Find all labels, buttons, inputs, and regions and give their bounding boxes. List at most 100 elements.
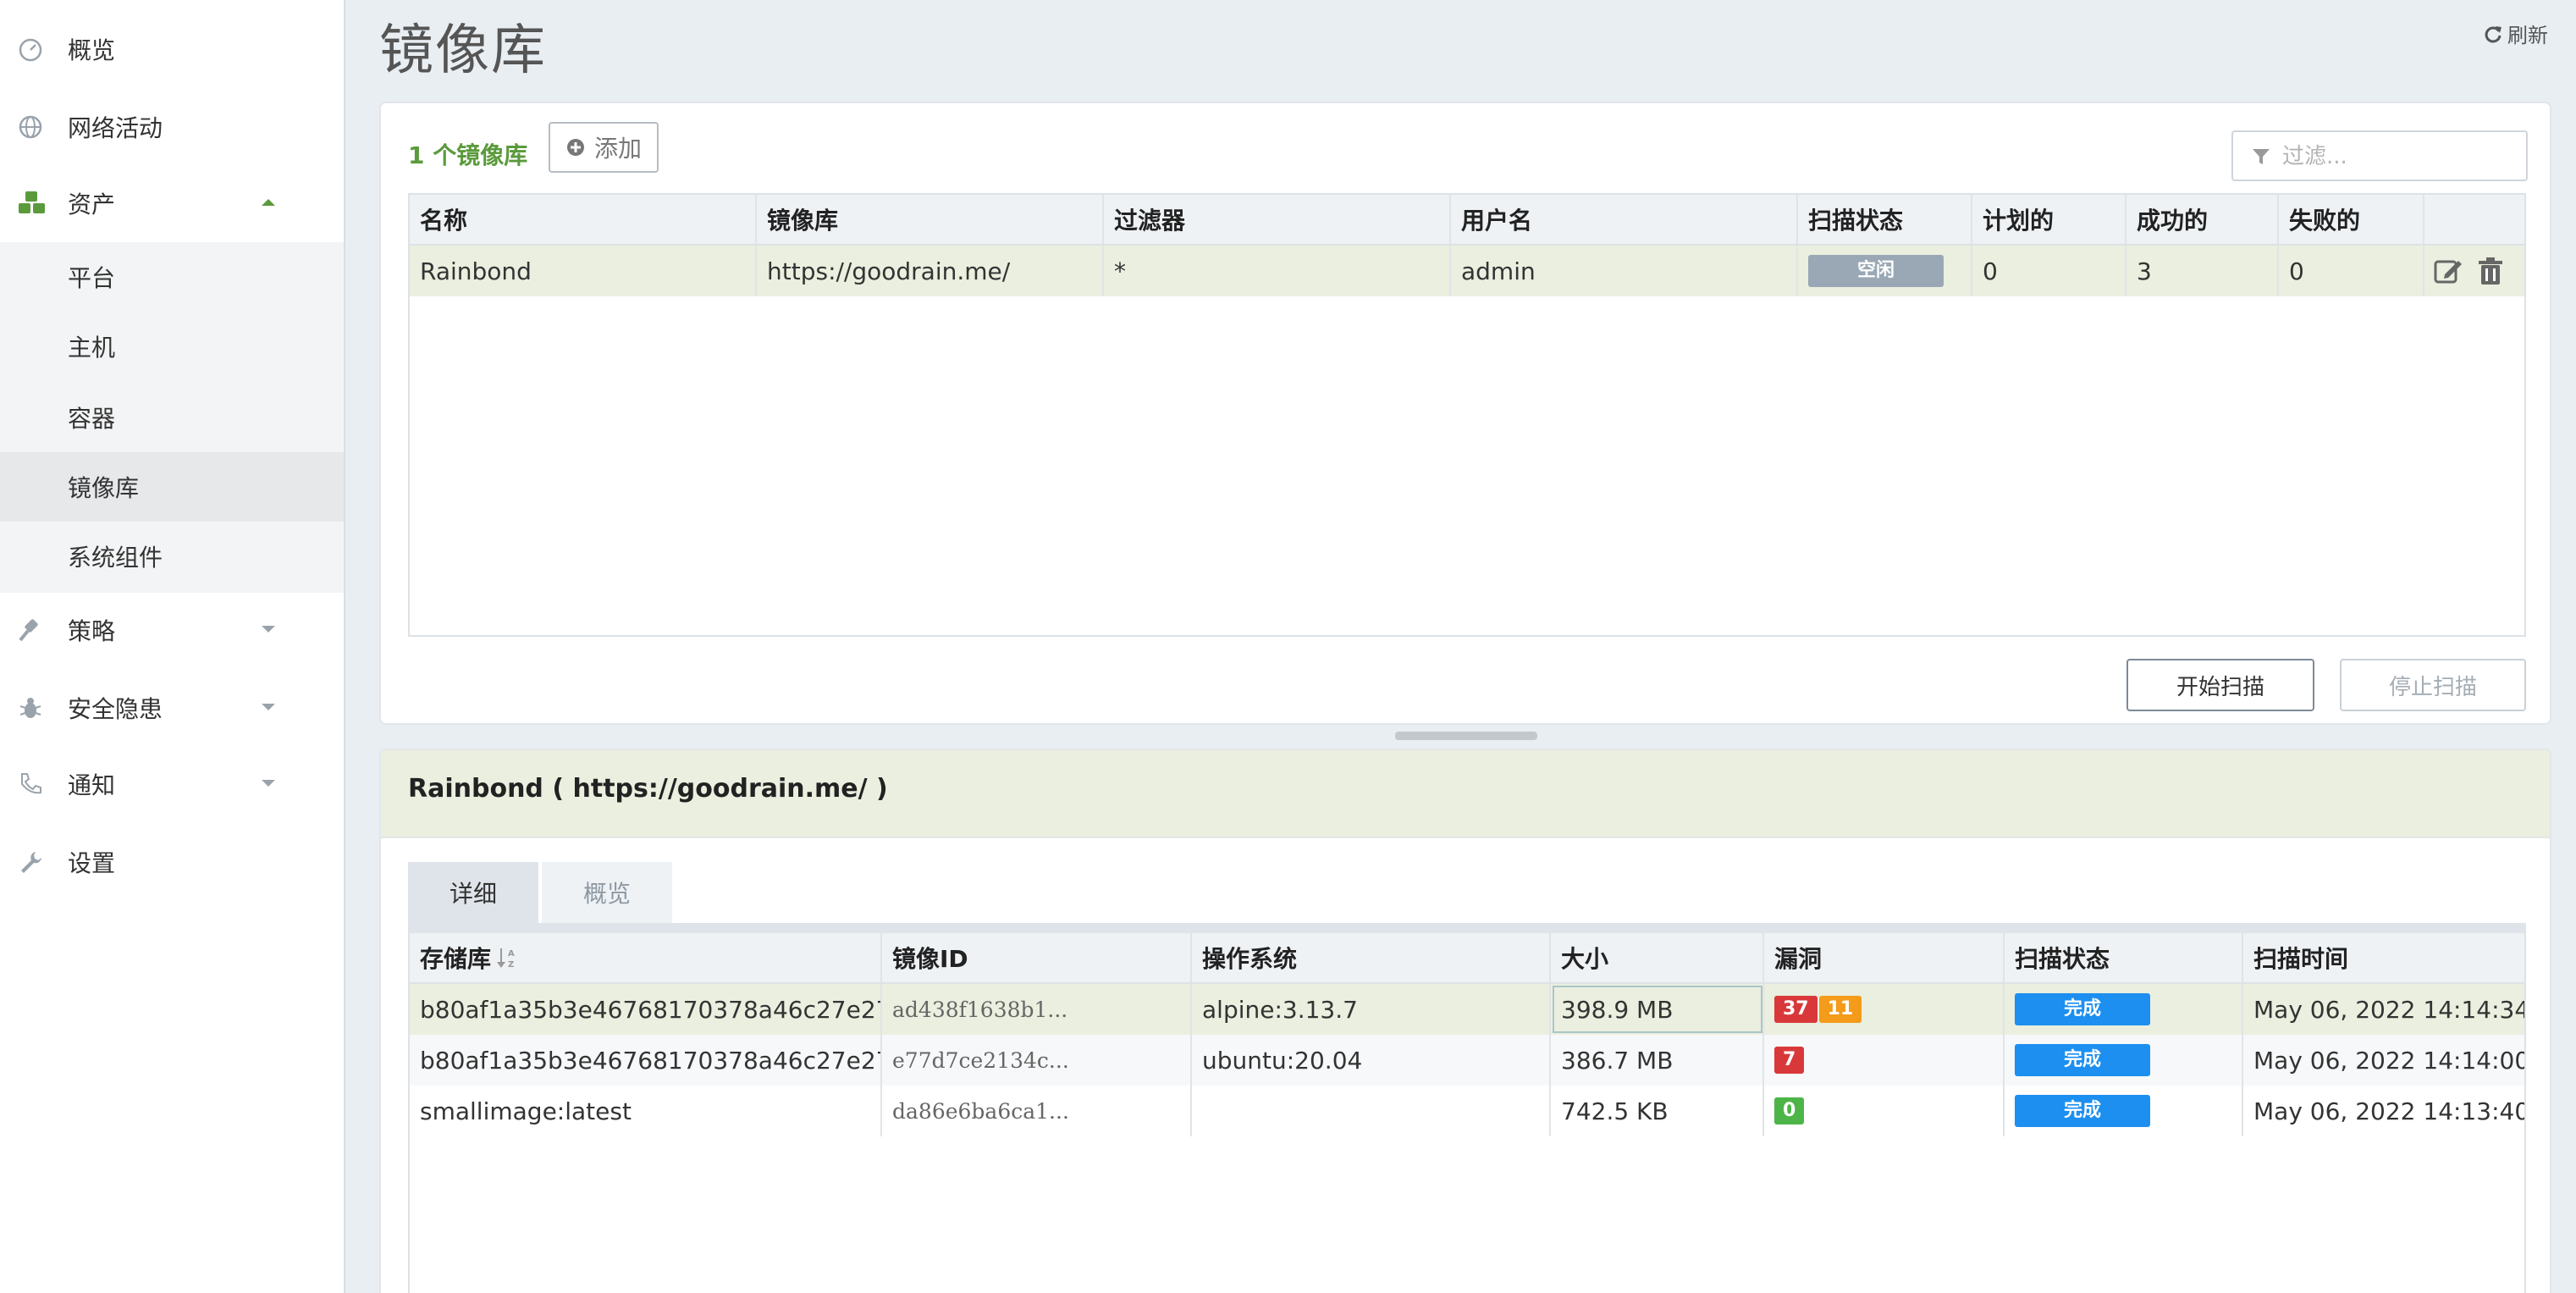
cell-repository: b80af1a35b3e46768170378a46c27e27-app	[410, 984, 882, 1035]
registries-panel: 1 个镜像库 添加 名称 镜像库 过滤器 用户名 扫描状态 计划的 成功的 失败…	[379, 102, 2551, 725]
chevron-down-icon	[262, 780, 275, 787]
sidebar: 概览 网络活动 资产 平台 主机 容器 镜像库 系统组件 策略 安全隐患 通知 …	[0, 0, 345, 1293]
table-header: 名称 镜像库 过滤器 用户名 扫描状态 计划的 成功的 失败的	[410, 195, 2524, 246]
sidebar-item-label: 容器	[68, 405, 116, 433]
sidebar-item-system-components[interactable]: 系统组件	[0, 522, 344, 591]
table-row[interactable]: Rainbond https://goodrain.me/ * admin 空闲…	[410, 246, 2524, 296]
sidebar-item-label: 主机	[68, 334, 116, 362]
detail-header: Rainbond ( https://goodrain.me/ )	[381, 750, 2550, 838]
sidebar-item-label: 镜像库	[68, 474, 140, 502]
page-title: 镜像库	[379, 19, 547, 82]
cell-scan-status: 空闲	[1798, 246, 1972, 296]
filter-input[interactable]	[2282, 141, 2519, 173]
cell-vulnerabilities: 0	[1764, 1086, 2005, 1136]
chevron-down-icon	[262, 704, 275, 710]
sidebar-item-label: 设置	[68, 849, 116, 877]
cell-vulnerabilities: 37 11	[1764, 984, 2005, 1035]
table-row[interactable]: b80af1a35b3e46768170378a46c27e27-app e77…	[410, 1035, 2524, 1086]
cell-registry: https://goodrain.me/	[757, 246, 1104, 296]
column-header-repository[interactable]: 存储库 A Z	[410, 933, 882, 982]
sidebar-item-vulnerabilities[interactable]: 安全隐患	[0, 671, 344, 745]
cell-filter: *	[1104, 246, 1451, 296]
cell-repository: smallimage:latest	[410, 1086, 882, 1136]
column-header-failed[interactable]: 失败的	[2279, 195, 2424, 244]
sidebar-item-settings[interactable]: 设置	[0, 825, 344, 899]
column-header-scan-status[interactable]: 扫描状态	[1798, 195, 1972, 244]
registry-detail-panel: Rainbond ( https://goodrain.me/ ) 详细 概览 …	[379, 749, 2551, 1293]
sidebar-item-containers[interactable]: 容器	[0, 383, 344, 452]
sidebar-item-label: 策略	[68, 617, 116, 645]
assets-submenu: 平台 主机 容器 镜像库 系统组件	[0, 242, 344, 593]
svg-text:A: A	[508, 949, 515, 959]
cell-os: ubuntu:20.04	[1192, 1035, 1551, 1086]
status-badge: 完成	[2015, 1044, 2150, 1076]
start-scan-button[interactable]: 开始扫描	[2126, 659, 2314, 711]
cell-username: admin	[1451, 246, 1798, 296]
column-header-name[interactable]: 名称	[410, 195, 757, 244]
column-header-os[interactable]: 操作系统	[1192, 933, 1551, 982]
filter-icon	[2253, 149, 2270, 164]
cell-scan-time: May 06, 2022 14:14:34	[2253, 995, 2524, 1024]
edit-icon[interactable]	[2433, 256, 2463, 286]
sidebar-item-registries[interactable]: 镜像库	[0, 452, 344, 522]
status-badge: 空闲	[1808, 255, 1944, 287]
sidebar-item-assets[interactable]: 资产	[0, 166, 344, 240]
table-row[interactable]: b80af1a35b3e46768170378a46c27e27-app ad4…	[410, 984, 2524, 1035]
cell-size: 386.7 MB	[1551, 1035, 1764, 1086]
resize-handle[interactable]	[1395, 732, 1537, 740]
tab-details[interactable]: 详细	[408, 862, 538, 923]
sidebar-item-hosts[interactable]: 主机	[0, 312, 344, 381]
cell-succeeded: 3	[2126, 246, 2279, 296]
cell-actions	[2424, 246, 2524, 296]
column-header-filter[interactable]: 过滤器	[1104, 195, 1451, 244]
column-header-username[interactable]: 用户名	[1451, 195, 1798, 244]
sidebar-item-label: 安全隐患	[68, 695, 163, 723]
sort-alpha-icon: A Z	[497, 948, 515, 970]
column-header-vulnerabilities[interactable]: 漏洞	[1764, 933, 2005, 982]
sidebar-item-label: 平台	[68, 264, 116, 292]
cell-image-id: da86e6ba6ca1...	[882, 1086, 1192, 1136]
sidebar-item-label: 概览	[68, 36, 116, 64]
column-header-scan-status[interactable]: 扫描状态	[2005, 933, 2243, 982]
column-header-succeeded[interactable]: 成功的	[2126, 195, 2279, 244]
trash-icon[interactable]	[2475, 256, 2506, 286]
cubes-icon	[19, 191, 45, 213]
add-registry-button[interactable]: 添加	[549, 122, 659, 173]
stop-scan-button[interactable]: 停止扫描	[2340, 659, 2526, 711]
sidebar-item-notifications[interactable]: 通知	[0, 747, 344, 821]
sidebar-item-network[interactable]: 网络活动	[0, 90, 344, 164]
cell-scan-time: May 06, 2022 14:14:00	[2253, 1046, 2524, 1075]
table-row[interactable]: smallimage:latest da86e6ba6ca1... 742.5 …	[410, 1086, 2524, 1136]
wrench-icon	[21, 852, 41, 873]
status-badge: 完成	[2015, 993, 2150, 1025]
globe-icon	[19, 115, 42, 139]
vuln-count-badge: 37	[1774, 996, 1818, 1023]
vuln-count-badge: 0	[1774, 1097, 1805, 1124]
column-header-image-id[interactable]: 镜像ID	[882, 933, 1192, 982]
cell-image-id: e77d7ce2134c...	[882, 1035, 1192, 1086]
column-header-scan-time[interactable]: 扫描时间	[2243, 933, 2524, 982]
sidebar-item-policy[interactable]: 策略	[0, 593, 344, 667]
bug-icon	[19, 698, 41, 718]
cell-planned: 0	[1972, 246, 2126, 296]
column-header-size[interactable]: 大小	[1551, 933, 1764, 982]
chevron-down-icon	[262, 626, 275, 633]
vuln-count-badge: 7	[1774, 1047, 1805, 1074]
column-header-registry[interactable]: 镜像库	[757, 195, 1104, 244]
column-header-label: 存储库	[420, 945, 492, 973]
svg-text:Z: Z	[508, 960, 514, 970]
refresh-icon	[2485, 25, 2502, 42]
cell-size: 398.9 MB	[1551, 984, 1764, 1035]
sidebar-item-platform[interactable]: 平台	[0, 242, 344, 312]
sidebar-item-overview[interactable]: 概览	[0, 12, 344, 86]
refresh-label: 刷新	[2507, 24, 2548, 47]
filter-box	[2231, 130, 2528, 181]
tab-overview[interactable]: 概览	[542, 862, 672, 923]
cell-scan-time: May 06, 2022 14:13:40	[2253, 1097, 2524, 1125]
cell-repository: b80af1a35b3e46768170378a46c27e27-app	[410, 1035, 882, 1086]
column-header-planned[interactable]: 计划的	[1972, 195, 2126, 244]
sidebar-item-label: 通知	[68, 771, 116, 799]
sidebar-item-label: 网络活动	[68, 114, 163, 142]
vuln-count-badge: 11	[1818, 996, 1862, 1023]
refresh-button[interactable]: 刷新	[2484, 19, 2548, 48]
